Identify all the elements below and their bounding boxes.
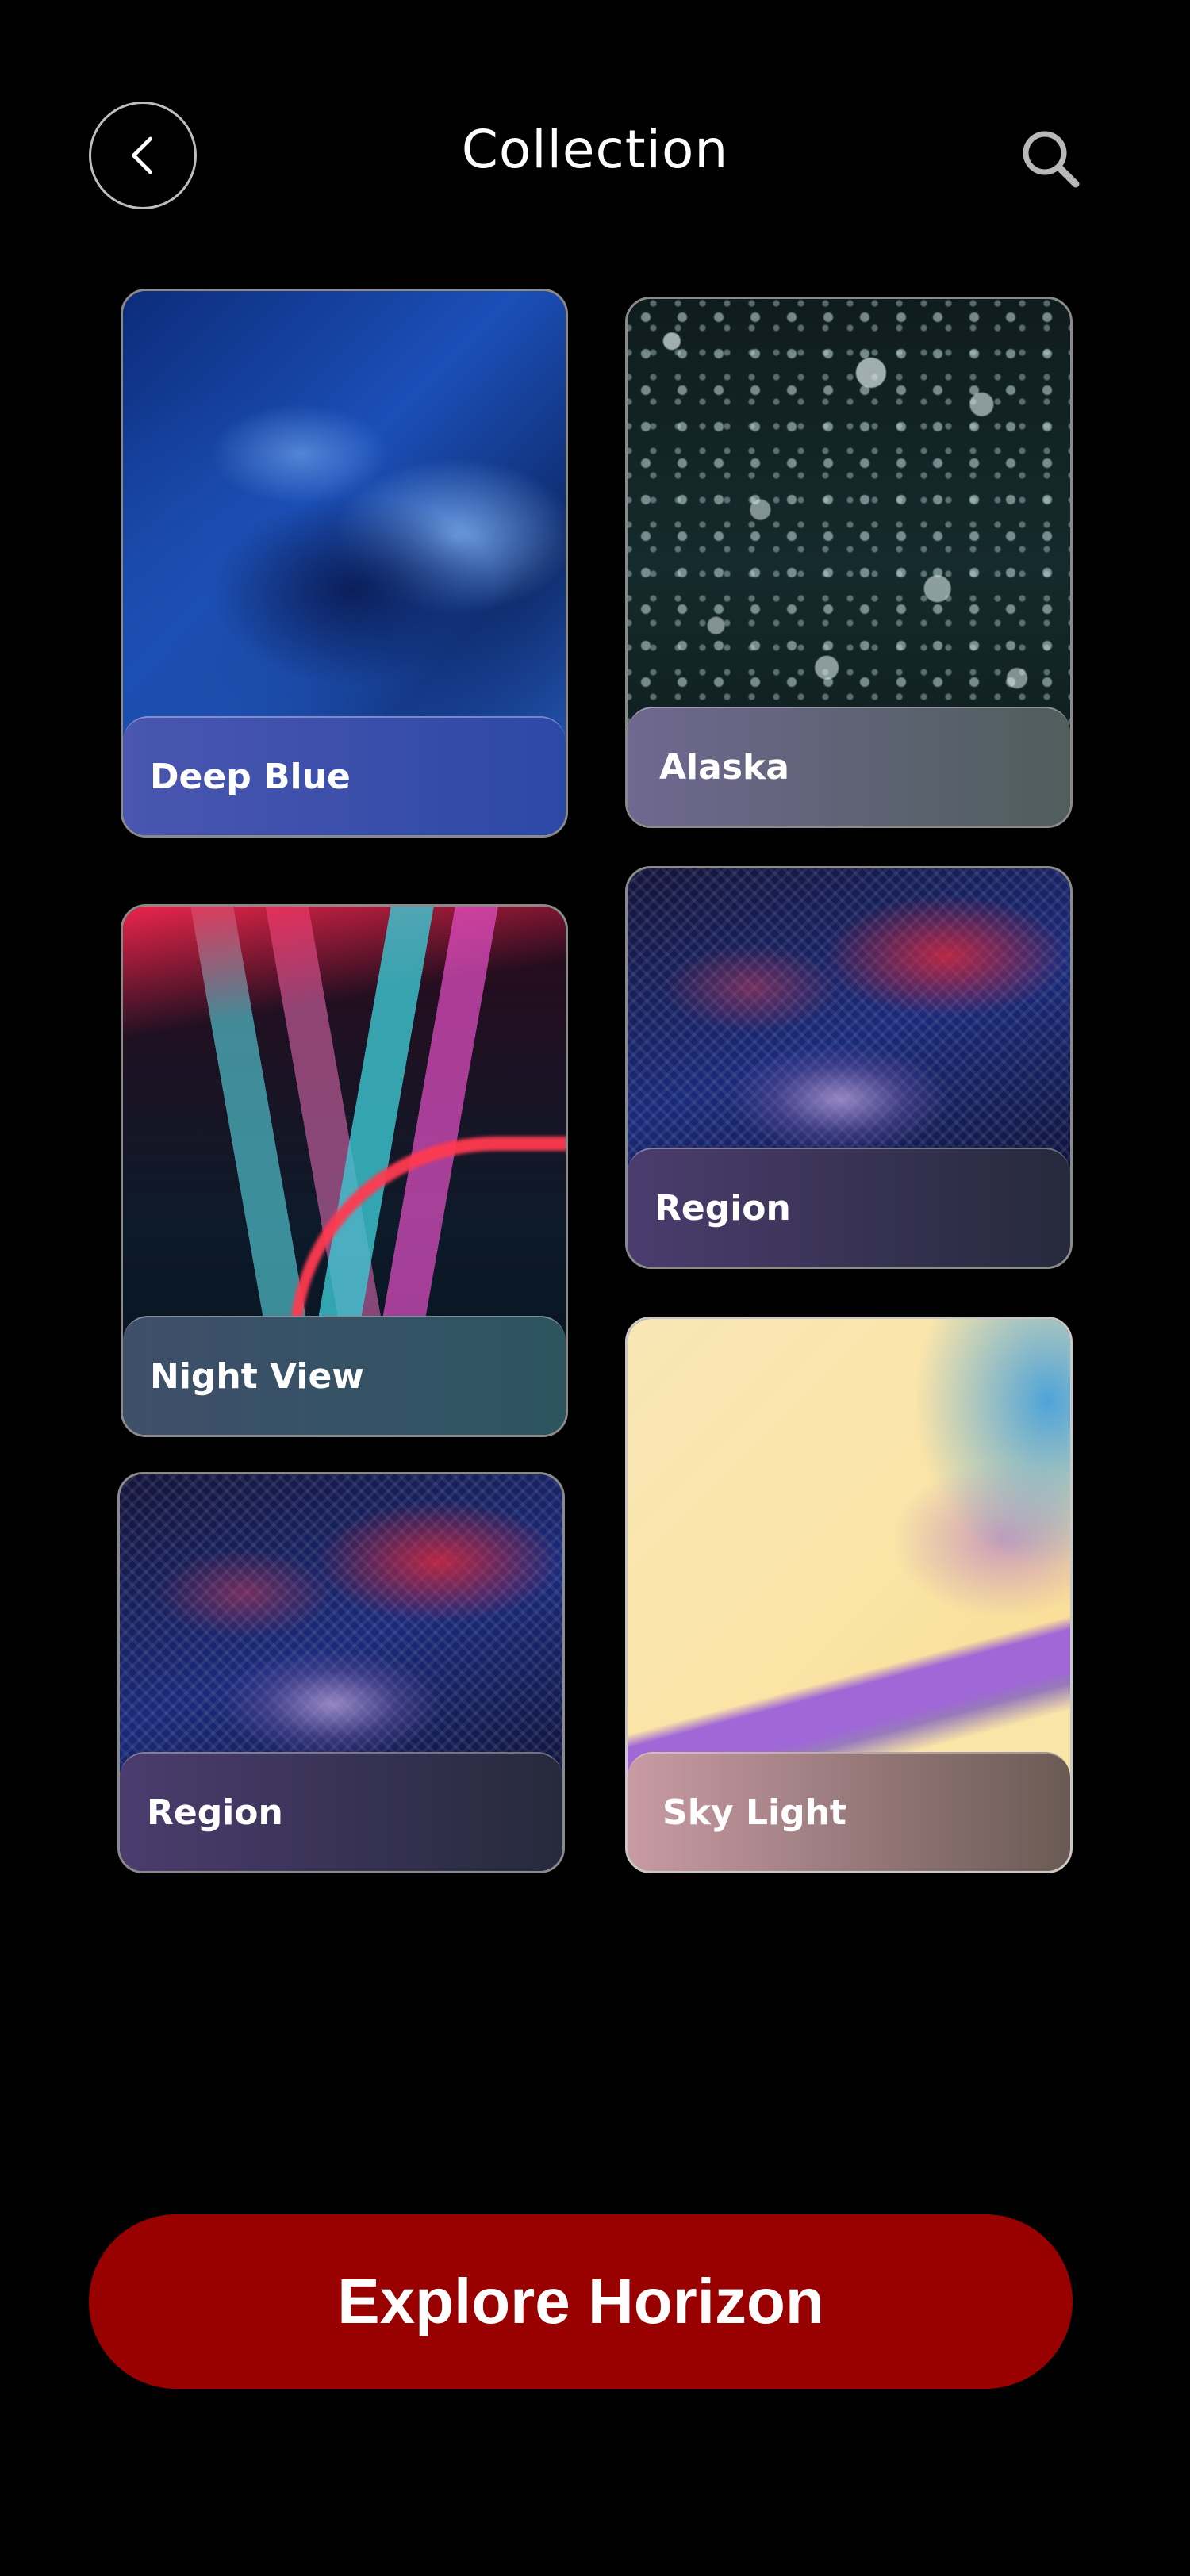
card-label: Alaska — [628, 707, 1070, 826]
card-region[interactable]: Region — [117, 1472, 565, 1873]
card-night-view[interactable]: Night View — [121, 904, 568, 1437]
header: Collection — [0, 0, 1190, 317]
card-sky-light[interactable]: Sky Light — [625, 1317, 1073, 1873]
card-region[interactable]: Region — [625, 866, 1073, 1269]
card-label: Region — [120, 1752, 562, 1871]
search-icon — [1023, 131, 1080, 188]
explore-horizon-button[interactable]: Explore Horizon — [89, 2214, 1073, 2389]
card-label: Night View — [123, 1316, 566, 1435]
card-label: Region — [628, 1148, 1070, 1267]
card-alaska[interactable]: Alaska — [625, 297, 1073, 828]
card-deep-blue[interactable]: Deep Blue — [121, 289, 568, 838]
card-label: Deep Blue — [123, 716, 566, 835]
search-button[interactable] — [1019, 127, 1082, 190]
page-title: Collection — [461, 119, 729, 180]
card-label: Sky Light — [628, 1752, 1070, 1871]
